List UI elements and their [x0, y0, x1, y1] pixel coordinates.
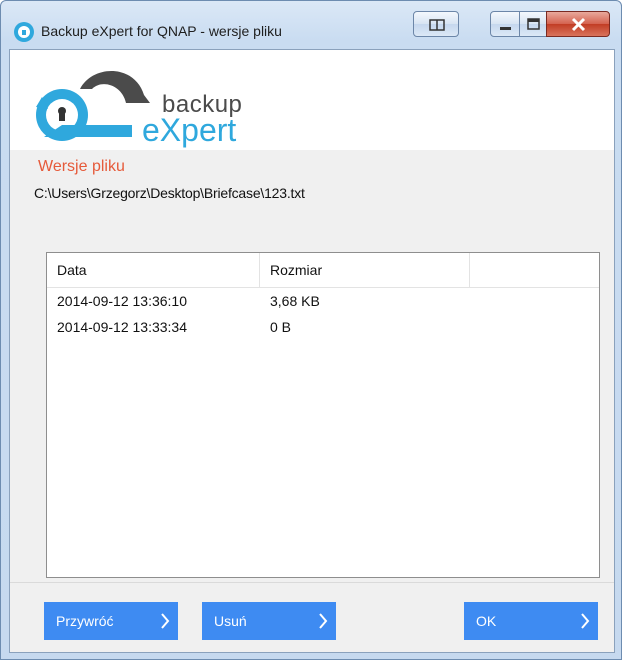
maximize-icon — [527, 18, 540, 30]
ok-button[interactable]: OK — [464, 602, 598, 640]
column-header-date[interactable]: Data — [47, 253, 260, 287]
list-item[interactable]: 2014-09-12 13:33:34 0 B — [47, 315, 599, 339]
maximize-button[interactable] — [519, 11, 547, 37]
title-bar[interactable]: Backup eXpert for QNAP - wersje pliku — [1, 1, 621, 49]
version-size: 3,68 KB — [270, 293, 320, 309]
file-path: C:\Users\Grzegorz\Desktop\Briefcase\123.… — [34, 185, 305, 201]
chevron-right-icon — [581, 613, 590, 629]
column-header-size[interactable]: Rozmiar — [260, 253, 470, 287]
minimize-icon — [500, 27, 511, 30]
delete-button[interactable]: Usuń — [202, 602, 336, 640]
column-header-empty[interactable] — [470, 253, 599, 287]
backup-app-icon — [14, 22, 34, 42]
ok-button-label: OK — [476, 613, 497, 629]
minimize-button[interactable] — [490, 11, 520, 37]
divider — [10, 582, 614, 583]
version-date: 2014-09-12 13:33:34 — [57, 319, 187, 335]
restore-button-label: Przywróć — [56, 613, 114, 629]
chevron-right-icon — [319, 613, 328, 629]
dialog-content: backup eXpert Wersje pliku C:\Users\Grze… — [9, 49, 615, 653]
list-item[interactable]: 2014-09-12 13:36:10 3,68 KB — [47, 289, 599, 313]
close-button[interactable] — [546, 11, 610, 37]
delete-button-label: Usuń — [214, 613, 247, 629]
snap-icon — [429, 19, 445, 31]
version-size: 0 B — [270, 319, 292, 335]
versions-list[interactable]: Data Rozmiar 2014-09-12 13:36:10 3,68 KB… — [46, 252, 600, 578]
logo-text-expert: eXpert — [142, 112, 237, 148]
window-title: Backup eXpert for QNAP - wersje pliku — [41, 23, 282, 39]
dialog-window: Backup eXpert for QNAP - wersje pliku ba… — [0, 0, 622, 660]
backup-expert-logo: backup eXpert — [22, 55, 242, 148]
close-icon — [571, 17, 586, 32]
chevron-right-icon — [161, 613, 170, 629]
snap-button[interactable] — [413, 11, 459, 37]
version-date: 2014-09-12 13:36:10 — [57, 293, 187, 309]
list-header: Data Rozmiar — [47, 253, 599, 288]
section-title: Wersje pliku — [38, 158, 125, 175]
restore-button[interactable]: Przywróć — [44, 602, 178, 640]
